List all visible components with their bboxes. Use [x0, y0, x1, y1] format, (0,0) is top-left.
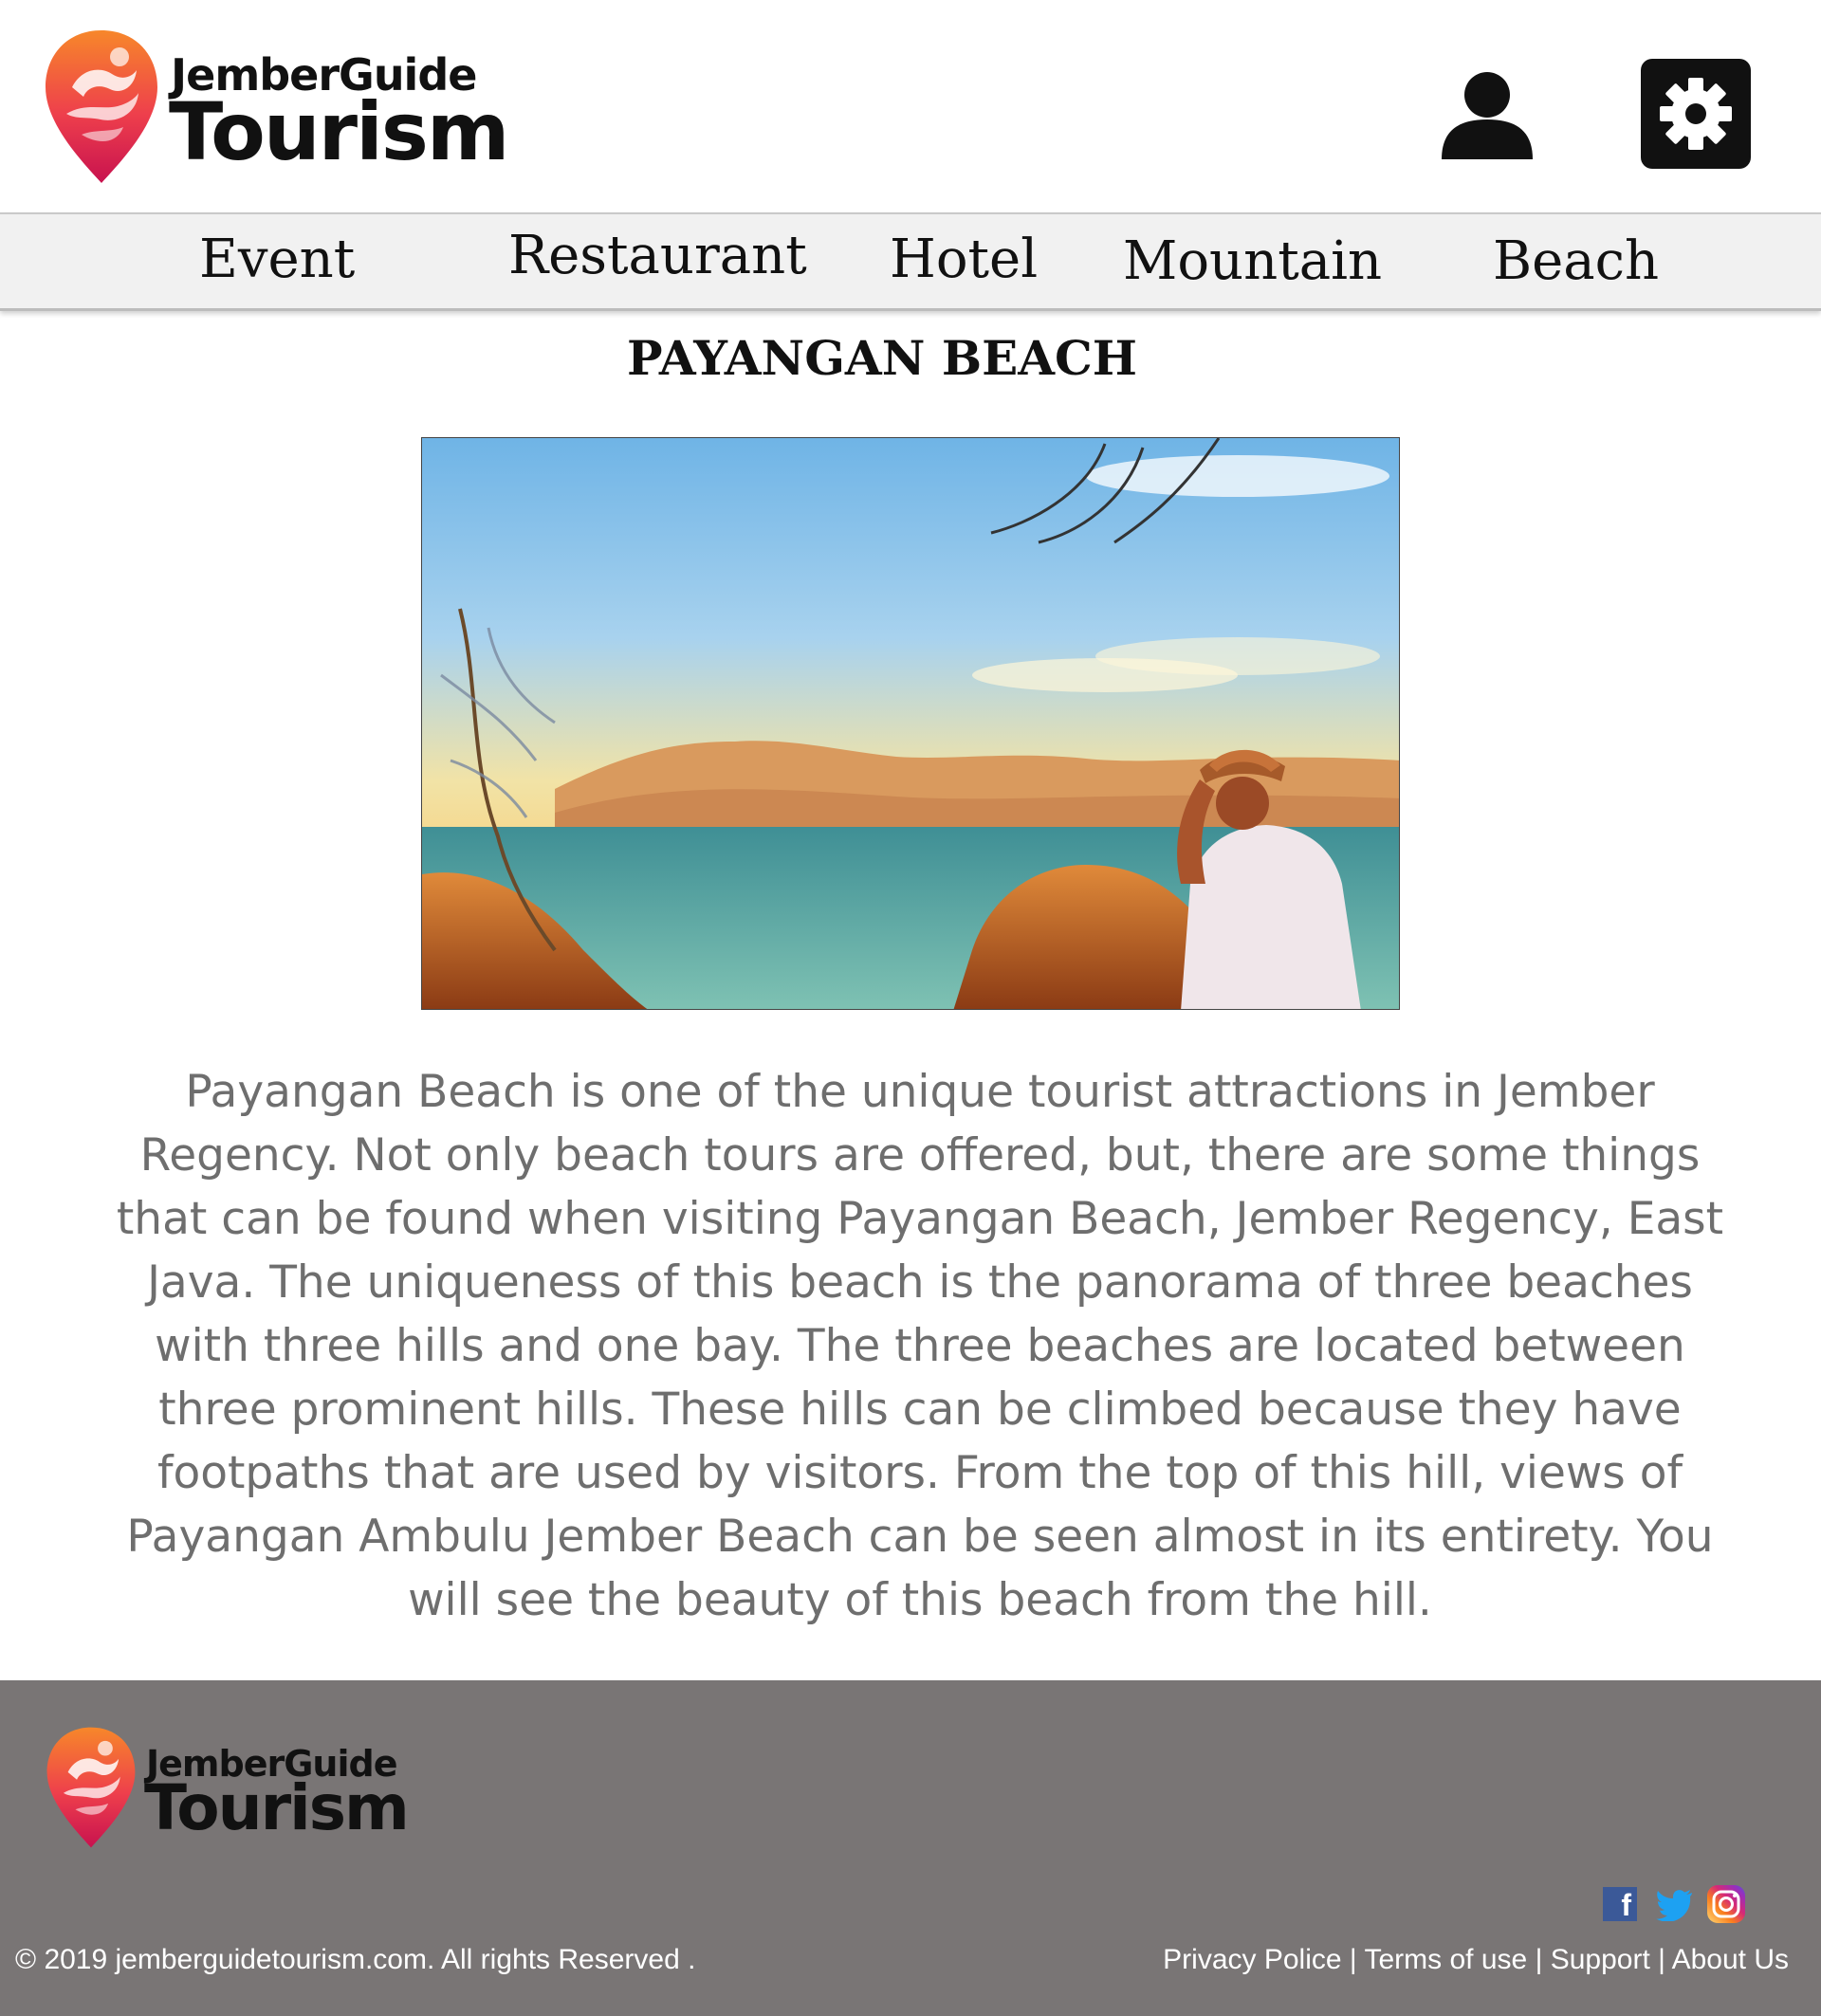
nav-item-hotel[interactable]: Hotel	[890, 222, 1038, 298]
nav-item-restaurant[interactable]: Restaurant	[508, 218, 807, 294]
footer-separator: |	[1527, 1944, 1551, 1975]
nav-item-event[interactable]: Event	[199, 222, 355, 298]
footer-logo[interactable]: JemberGuide Tourism	[46, 1726, 444, 1851]
page-title: PAYANGAN BEACH	[626, 330, 1138, 386]
footer-separator: |	[1341, 1944, 1365, 1975]
instagram-icon[interactable]	[1705, 1883, 1747, 1925]
footer-link-about[interactable]: About Us	[1672, 1944, 1789, 1975]
footer-link-terms[interactable]: Terms of use	[1365, 1944, 1528, 1975]
footer-separator: |	[1649, 1944, 1672, 1975]
site-logo[interactable]: JemberGuide Tourism	[44, 28, 518, 185]
social-facebook[interactable]: f	[1603, 1887, 1637, 1922]
nav-item-mountain[interactable]: Mountain	[1123, 224, 1382, 300]
copyright-text: © 2019 jemberguidetourism.com. All right…	[15, 1944, 696, 1975]
facebook-icon: f	[1621, 1888, 1631, 1922]
main-nav: Event Restaurant Hotel Mountain Beach	[0, 212, 1821, 311]
nav-item-beach[interactable]: Beach	[1493, 224, 1659, 300]
beach-photo	[421, 437, 1400, 1010]
brand-line2: Tourism	[169, 85, 509, 178]
footer-link-support[interactable]: Support	[1551, 1944, 1650, 1975]
gear-icon	[1660, 78, 1732, 150]
logo-pin-icon	[46, 1727, 136, 1848]
header: JemberGuide Tourism	[0, 0, 1821, 212]
user-icon[interactable]	[1440, 66, 1535, 161]
settings-button[interactable]	[1641, 59, 1751, 169]
footer-brand-line2: Tourism	[144, 1771, 410, 1844]
footer-links: Privacy Police | Terms of use | Support …	[1163, 1944, 1789, 1976]
twitter-icon[interactable]	[1656, 1887, 1694, 1921]
beach-description: Payangan Beach is one of the unique tour…	[116, 1066, 1724, 1626]
logo-pin-icon	[46, 30, 157, 183]
footer-link-privacy[interactable]: Privacy Police	[1163, 1944, 1341, 1975]
